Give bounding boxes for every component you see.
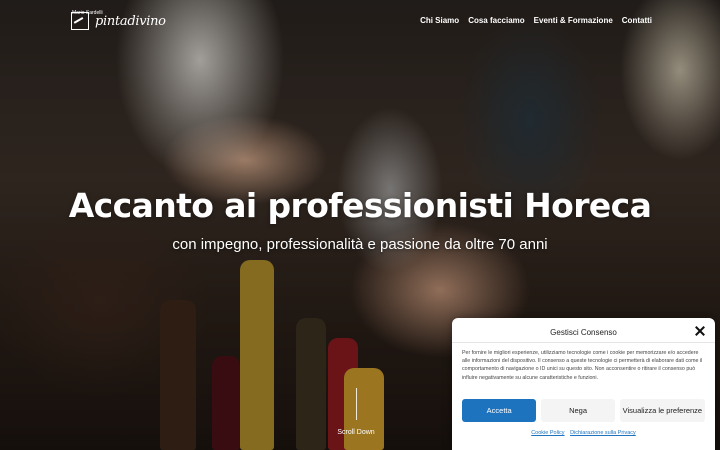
logo-wordmark: pintadivino	[95, 13, 166, 29]
deny-button[interactable]: Nega	[541, 399, 615, 422]
scroll-indicator-line	[356, 388, 357, 420]
site-logo[interactable]: Mario Sardelli pintadivino	[71, 10, 166, 30]
consent-description: Per fornire le migliori esperienze, util…	[462, 350, 703, 381]
privacy-statement-link[interactable]: Dichiarazione sulla Privacy	[570, 430, 636, 436]
scroll-down-link[interactable]: Scroll Down	[320, 429, 392, 436]
logo-mark-icon: Mario Sardelli	[71, 10, 103, 30]
main-navigation: Chi Siamo Cosa facciamo Eventi & Formazi…	[420, 16, 652, 25]
logo-subtitle: Mario Sardelli	[72, 10, 103, 16]
consent-title: Gestisci Consenso	[550, 328, 617, 337]
cookie-consent-banner: Gestisci Consenso Per fornire le miglior…	[452, 318, 715, 450]
hero-title: Accanto ai professionisti Horeca	[68, 186, 652, 225]
nav-contatti[interactable]: Contatti	[622, 16, 652, 25]
consent-links: Cookie Policy Dichiarazione sulla Privac…	[452, 430, 715, 436]
close-icon[interactable]	[694, 325, 706, 337]
accept-button[interactable]: Accetta	[462, 399, 537, 422]
hero-subtitle: con impegno, professionalità e passione …	[172, 236, 548, 253]
consent-button-group: Accetta Nega Visualizza le preferenze	[462, 399, 705, 422]
nav-chi-siamo[interactable]: Chi Siamo	[420, 16, 459, 25]
consent-divider	[452, 342, 715, 343]
cookie-policy-link[interactable]: Cookie Policy	[531, 430, 564, 436]
nav-eventi-formazione[interactable]: Eventi & Formazione	[534, 16, 613, 25]
view-preferences-button[interactable]: Visualizza le preferenze	[619, 399, 705, 422]
nav-cosa-facciamo[interactable]: Cosa facciamo	[468, 16, 524, 25]
